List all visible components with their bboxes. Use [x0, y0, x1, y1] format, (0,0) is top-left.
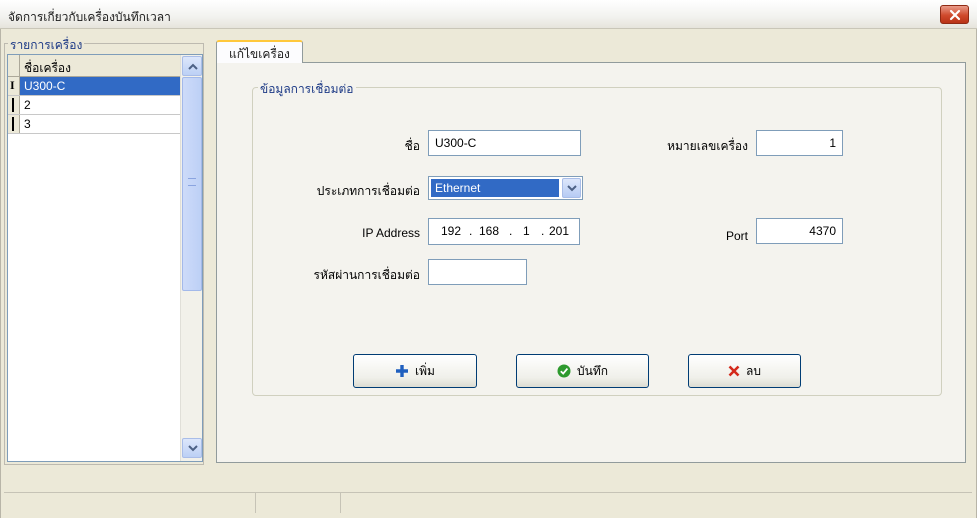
plus-icon: [396, 365, 409, 377]
connection-password-label: รหัสผ่านการเชื่อมต่อ: [313, 268, 420, 282]
ip-octet-2[interactable]: 168: [479, 224, 499, 238]
vertical-scrollbar[interactable]: [180, 55, 202, 461]
table-row[interactable]: 3: [8, 115, 180, 134]
device-grid[interactable]: ชื่อเครื่อง I U300-C 2 3: [7, 54, 203, 462]
ip-octet-3[interactable]: 1: [523, 224, 530, 238]
connection-type-label: ประเภทการเชื่อมต่อ: [316, 184, 420, 198]
status-bar: [4, 492, 972, 513]
dropdown-button[interactable]: [562, 178, 581, 198]
row-indicator: [8, 96, 20, 114]
connection-type-value: Ethernet: [431, 179, 559, 197]
ip-address-field[interactable]: 192 . 168 . 1 . 201: [428, 218, 580, 245]
connection-type-select[interactable]: Ethernet: [428, 176, 583, 200]
chevron-up-icon: [188, 63, 198, 70]
chevron-down-icon: [188, 445, 198, 452]
port-label: Port: [725, 229, 748, 243]
ip-address-label: IP Address: [362, 226, 420, 240]
save-button-label: บันทึก: [577, 363, 608, 378]
tab-label: แก้ไขเครื่อง: [229, 47, 290, 61]
chevron-down-icon: [567, 185, 577, 192]
connection-password-field[interactable]: [428, 259, 527, 285]
close-button[interactable]: [940, 5, 969, 24]
cross-icon: [728, 365, 740, 377]
port-field[interactable]: 4370: [756, 218, 843, 244]
ip-octet-4[interactable]: 201: [549, 224, 569, 238]
table-row[interactable]: 2: [8, 96, 180, 115]
device-list-group-label: รายการเครื่อง: [8, 36, 85, 55]
delete-button[interactable]: ลบ: [688, 354, 801, 388]
scroll-up-button[interactable]: [182, 56, 202, 76]
device-name-cell[interactable]: 2: [20, 96, 180, 114]
column-header-device-name[interactable]: ชื่อเครื่อง: [24, 59, 71, 78]
window-title: จัดการเกี่ยวกับเครื่องบันทึกเวลา: [8, 10, 171, 24]
name-field[interactable]: U300-C: [428, 130, 581, 156]
status-panel-1: [4, 493, 256, 513]
device-name-cell[interactable]: 3: [20, 115, 180, 133]
machine-number-label: หมายเลขเครื่อง: [667, 139, 748, 153]
row-indicator: [8, 115, 20, 133]
ip-octet-1[interactable]: 192: [441, 224, 461, 238]
title-bar: จัดการเกี่ยวกับเครื่องบันทึกเวลา: [0, 0, 977, 29]
status-panel-2: [256, 493, 341, 513]
delete-button-label: ลบ: [746, 363, 761, 378]
row-indicator: I: [8, 77, 20, 95]
connection-group-label: ข้อมูลการเชื่อมต่อ: [258, 80, 356, 99]
tab-edit-device[interactable]: แก้ไขเครื่อง: [216, 40, 303, 63]
scroll-thumb[interactable]: [182, 77, 202, 291]
close-icon: [949, 9, 961, 21]
grid-header: ชื่อเครื่อง: [8, 55, 180, 77]
edit-cursor-icon: I: [10, 78, 15, 92]
scroll-down-button[interactable]: [182, 438, 202, 458]
save-button[interactable]: บันทึก: [516, 354, 649, 388]
grid-corner: [8, 55, 20, 77]
add-button[interactable]: เพิ่ม: [353, 354, 477, 388]
check-circle-icon: [557, 364, 571, 378]
grip-icon: [188, 178, 196, 186]
device-name-cell[interactable]: U300-C: [20, 77, 180, 95]
machine-number-field[interactable]: 1: [756, 130, 843, 156]
add-button-label: เพิ่ม: [415, 363, 435, 378]
name-label: ชื่อ: [404, 139, 420, 153]
table-row[interactable]: I U300-C: [8, 77, 180, 96]
